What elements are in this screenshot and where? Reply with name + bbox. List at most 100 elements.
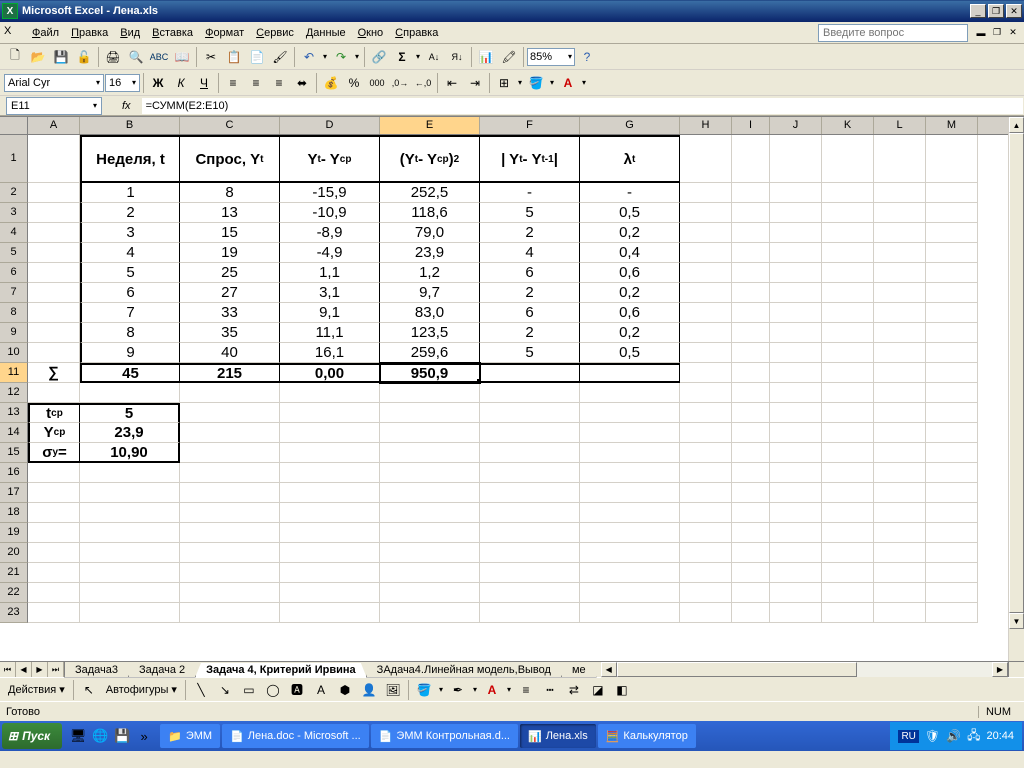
cell[interactable] — [732, 543, 770, 563]
cell[interactable] — [28, 583, 80, 603]
cell[interactable] — [926, 323, 978, 343]
cut-icon[interactable]: ✂ — [200, 46, 222, 68]
cell[interactable] — [926, 263, 978, 283]
arrow-icon[interactable]: ↘ — [214, 679, 236, 701]
save-icon[interactable]: 💾 — [50, 46, 72, 68]
cell[interactable] — [732, 603, 770, 623]
cell[interactable] — [770, 135, 822, 183]
cell[interactable] — [580, 603, 680, 623]
cell[interactable] — [680, 363, 732, 383]
cell[interactable]: 23,9 — [80, 423, 180, 443]
cell[interactable] — [180, 603, 280, 623]
cell[interactable] — [770, 523, 822, 543]
cell[interactable]: 2 — [80, 203, 180, 223]
horizontal-scrollbar[interactable]: ◀ ▶ — [601, 662, 1008, 678]
cell[interactable] — [380, 483, 480, 503]
new-icon[interactable]: 🗋 — [4, 46, 26, 68]
cell[interactable] — [732, 563, 770, 583]
cell[interactable]: Yt - Yср — [280, 135, 380, 183]
autosum-icon[interactable]: Σ — [391, 46, 413, 68]
cell[interactable] — [180, 583, 280, 603]
cell[interactable] — [180, 563, 280, 583]
cell[interactable] — [770, 383, 822, 403]
cell[interactable] — [680, 135, 732, 183]
cell[interactable] — [28, 483, 80, 503]
cell[interactable] — [770, 423, 822, 443]
cell[interactable] — [874, 443, 926, 463]
cell[interactable] — [770, 483, 822, 503]
size-box[interactable]: 16▾ — [105, 74, 140, 92]
cell[interactable] — [822, 135, 874, 183]
cell[interactable] — [680, 443, 732, 463]
tab-next-icon[interactable]: ▶ — [32, 662, 48, 677]
cell[interactable]: 0,6 — [580, 263, 680, 283]
col-G[interactable]: G — [580, 117, 680, 134]
scroll-up-icon[interactable]: ▲ — [1009, 117, 1024, 133]
cell[interactable]: 2 — [480, 283, 580, 303]
row-4[interactable]: 4 — [0, 223, 28, 243]
cell[interactable] — [874, 183, 926, 203]
menu-Сервис[interactable]: Сервис — [250, 25, 300, 41]
increase-decimal-icon[interactable]: ,0→ — [389, 72, 411, 94]
cell[interactable] — [80, 383, 180, 403]
cell[interactable] — [732, 283, 770, 303]
cell[interactable] — [28, 303, 80, 323]
cell[interactable] — [280, 503, 380, 523]
cell[interactable]: 1,1 — [280, 263, 380, 283]
cell[interactable] — [280, 483, 380, 503]
cell[interactable] — [28, 563, 80, 583]
underline-icon[interactable]: Ч — [193, 72, 215, 94]
cell[interactable] — [28, 183, 80, 203]
wordart-icon[interactable]: A — [310, 679, 332, 701]
cell[interactable] — [28, 343, 80, 363]
cell[interactable] — [732, 523, 770, 543]
fill-icon[interactable]: 🪣 — [413, 679, 435, 701]
row-15[interactable]: 15 — [0, 443, 28, 463]
cell[interactable] — [680, 503, 732, 523]
align-right-icon[interactable]: ≡ — [268, 72, 290, 94]
cell[interactable]: -10,9 — [280, 203, 380, 223]
tab-first-icon[interactable]: ⏮ — [0, 662, 16, 677]
scroll-down-icon[interactable]: ▼ — [1009, 613, 1024, 629]
cell[interactable] — [680, 523, 732, 543]
autoshapes-menu[interactable]: Автофигуры ▾ — [102, 683, 181, 696]
cell[interactable] — [28, 243, 80, 263]
redo-icon[interactable]: ↷ — [330, 46, 352, 68]
help-icon[interactable]: ? — [576, 46, 598, 68]
start-button[interactable]: ⊞ Пуск — [2, 723, 62, 749]
cell[interactable] — [280, 463, 380, 483]
cell[interactable] — [874, 603, 926, 623]
cell[interactable] — [480, 503, 580, 523]
cell[interactable] — [770, 503, 822, 523]
tray-volume-icon[interactable]: 🔊 — [946, 729, 961, 743]
row-3[interactable]: 3 — [0, 203, 28, 223]
cell[interactable] — [926, 403, 978, 423]
col-M[interactable]: M — [926, 117, 978, 134]
col-A[interactable]: A — [28, 117, 80, 134]
cell[interactable] — [926, 463, 978, 483]
col-H[interactable]: H — [680, 117, 732, 134]
cell[interactable]: 83,0 — [380, 303, 480, 323]
cell[interactable] — [732, 583, 770, 603]
cell[interactable]: -15,9 — [280, 183, 380, 203]
cell[interactable] — [926, 343, 978, 363]
cell[interactable] — [732, 343, 770, 363]
col-K[interactable]: K — [822, 117, 874, 134]
cell[interactable] — [822, 303, 874, 323]
row-11[interactable]: 11 — [0, 363, 28, 383]
cell[interactable]: 3 — [80, 223, 180, 243]
cell[interactable] — [732, 443, 770, 463]
cell[interactable] — [380, 583, 480, 603]
cell[interactable] — [732, 463, 770, 483]
cell[interactable] — [770, 203, 822, 223]
cell[interactable] — [580, 543, 680, 563]
cell[interactable] — [732, 363, 770, 383]
cell[interactable] — [822, 223, 874, 243]
cell[interactable] — [180, 543, 280, 563]
row-17[interactable]: 17 — [0, 483, 28, 503]
cell[interactable]: 0,00 — [280, 363, 380, 383]
cell[interactable]: 259,6 — [380, 343, 480, 363]
cell[interactable] — [770, 263, 822, 283]
cell[interactable] — [380, 603, 480, 623]
cell[interactable] — [732, 423, 770, 443]
